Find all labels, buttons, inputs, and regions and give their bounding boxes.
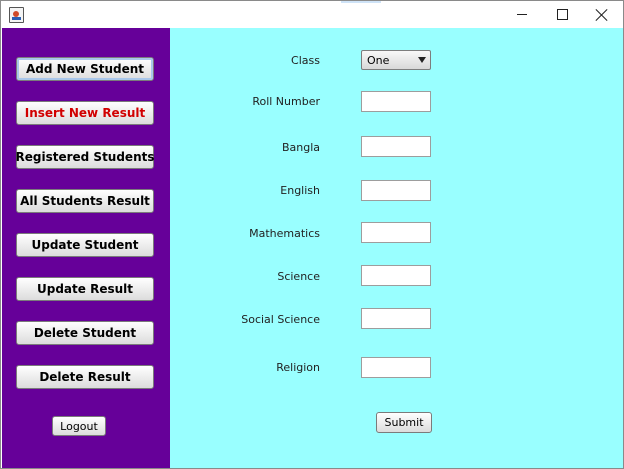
maximize-button[interactable] [542,1,582,28]
minimize-icon [517,14,527,15]
religion-label: Religion [276,361,320,374]
chevron-down-icon[interactable] [418,57,426,63]
roll-number-label: Roll Number [252,95,320,108]
mathematics-input[interactable] [361,222,431,243]
mathematics-label: Mathematics [249,227,320,240]
close-icon [596,9,608,21]
app-window: Add New Student Insert New Result Regist… [0,0,624,469]
title-accent [341,1,381,3]
insert-new-result-button[interactable]: Insert New Result [16,101,154,125]
social-science-input[interactable] [361,308,431,329]
science-input[interactable] [361,265,431,286]
result-form-panel: Class One Roll Number Bangla English Mat… [170,28,623,468]
update-student-button[interactable]: Update Student [16,233,154,257]
delete-result-button[interactable]: Delete Result [16,365,154,389]
class-select-value: One [367,53,390,67]
registered-students-button[interactable]: Registered Students [16,145,155,169]
java-app-icon [9,7,24,23]
roll-number-input[interactable] [361,91,431,112]
science-label: Science [277,270,320,283]
close-button[interactable] [582,1,622,28]
add-new-student-button[interactable]: Add New Student [16,57,154,81]
class-label: Class [291,54,320,67]
delete-student-button[interactable]: Delete Student [16,321,154,345]
logout-button[interactable]: Logout [52,416,106,436]
submit-button[interactable]: Submit [376,412,432,433]
religion-input[interactable] [361,357,431,378]
all-students-result-button[interactable]: All Students Result [16,189,154,213]
minimize-button[interactable] [502,1,542,28]
sidebar: Add New Student Insert New Result Regist… [2,28,170,468]
maximize-icon [556,9,568,20]
title-bar[interactable] [1,1,623,28]
english-input[interactable] [361,180,431,201]
bangla-label: Bangla [281,141,320,154]
english-label: English [280,184,320,197]
update-result-button[interactable]: Update Result [16,277,154,301]
social-science-label: Social Science [241,313,320,326]
bangla-input[interactable] [361,136,431,157]
class-select[interactable]: One [361,50,431,70]
